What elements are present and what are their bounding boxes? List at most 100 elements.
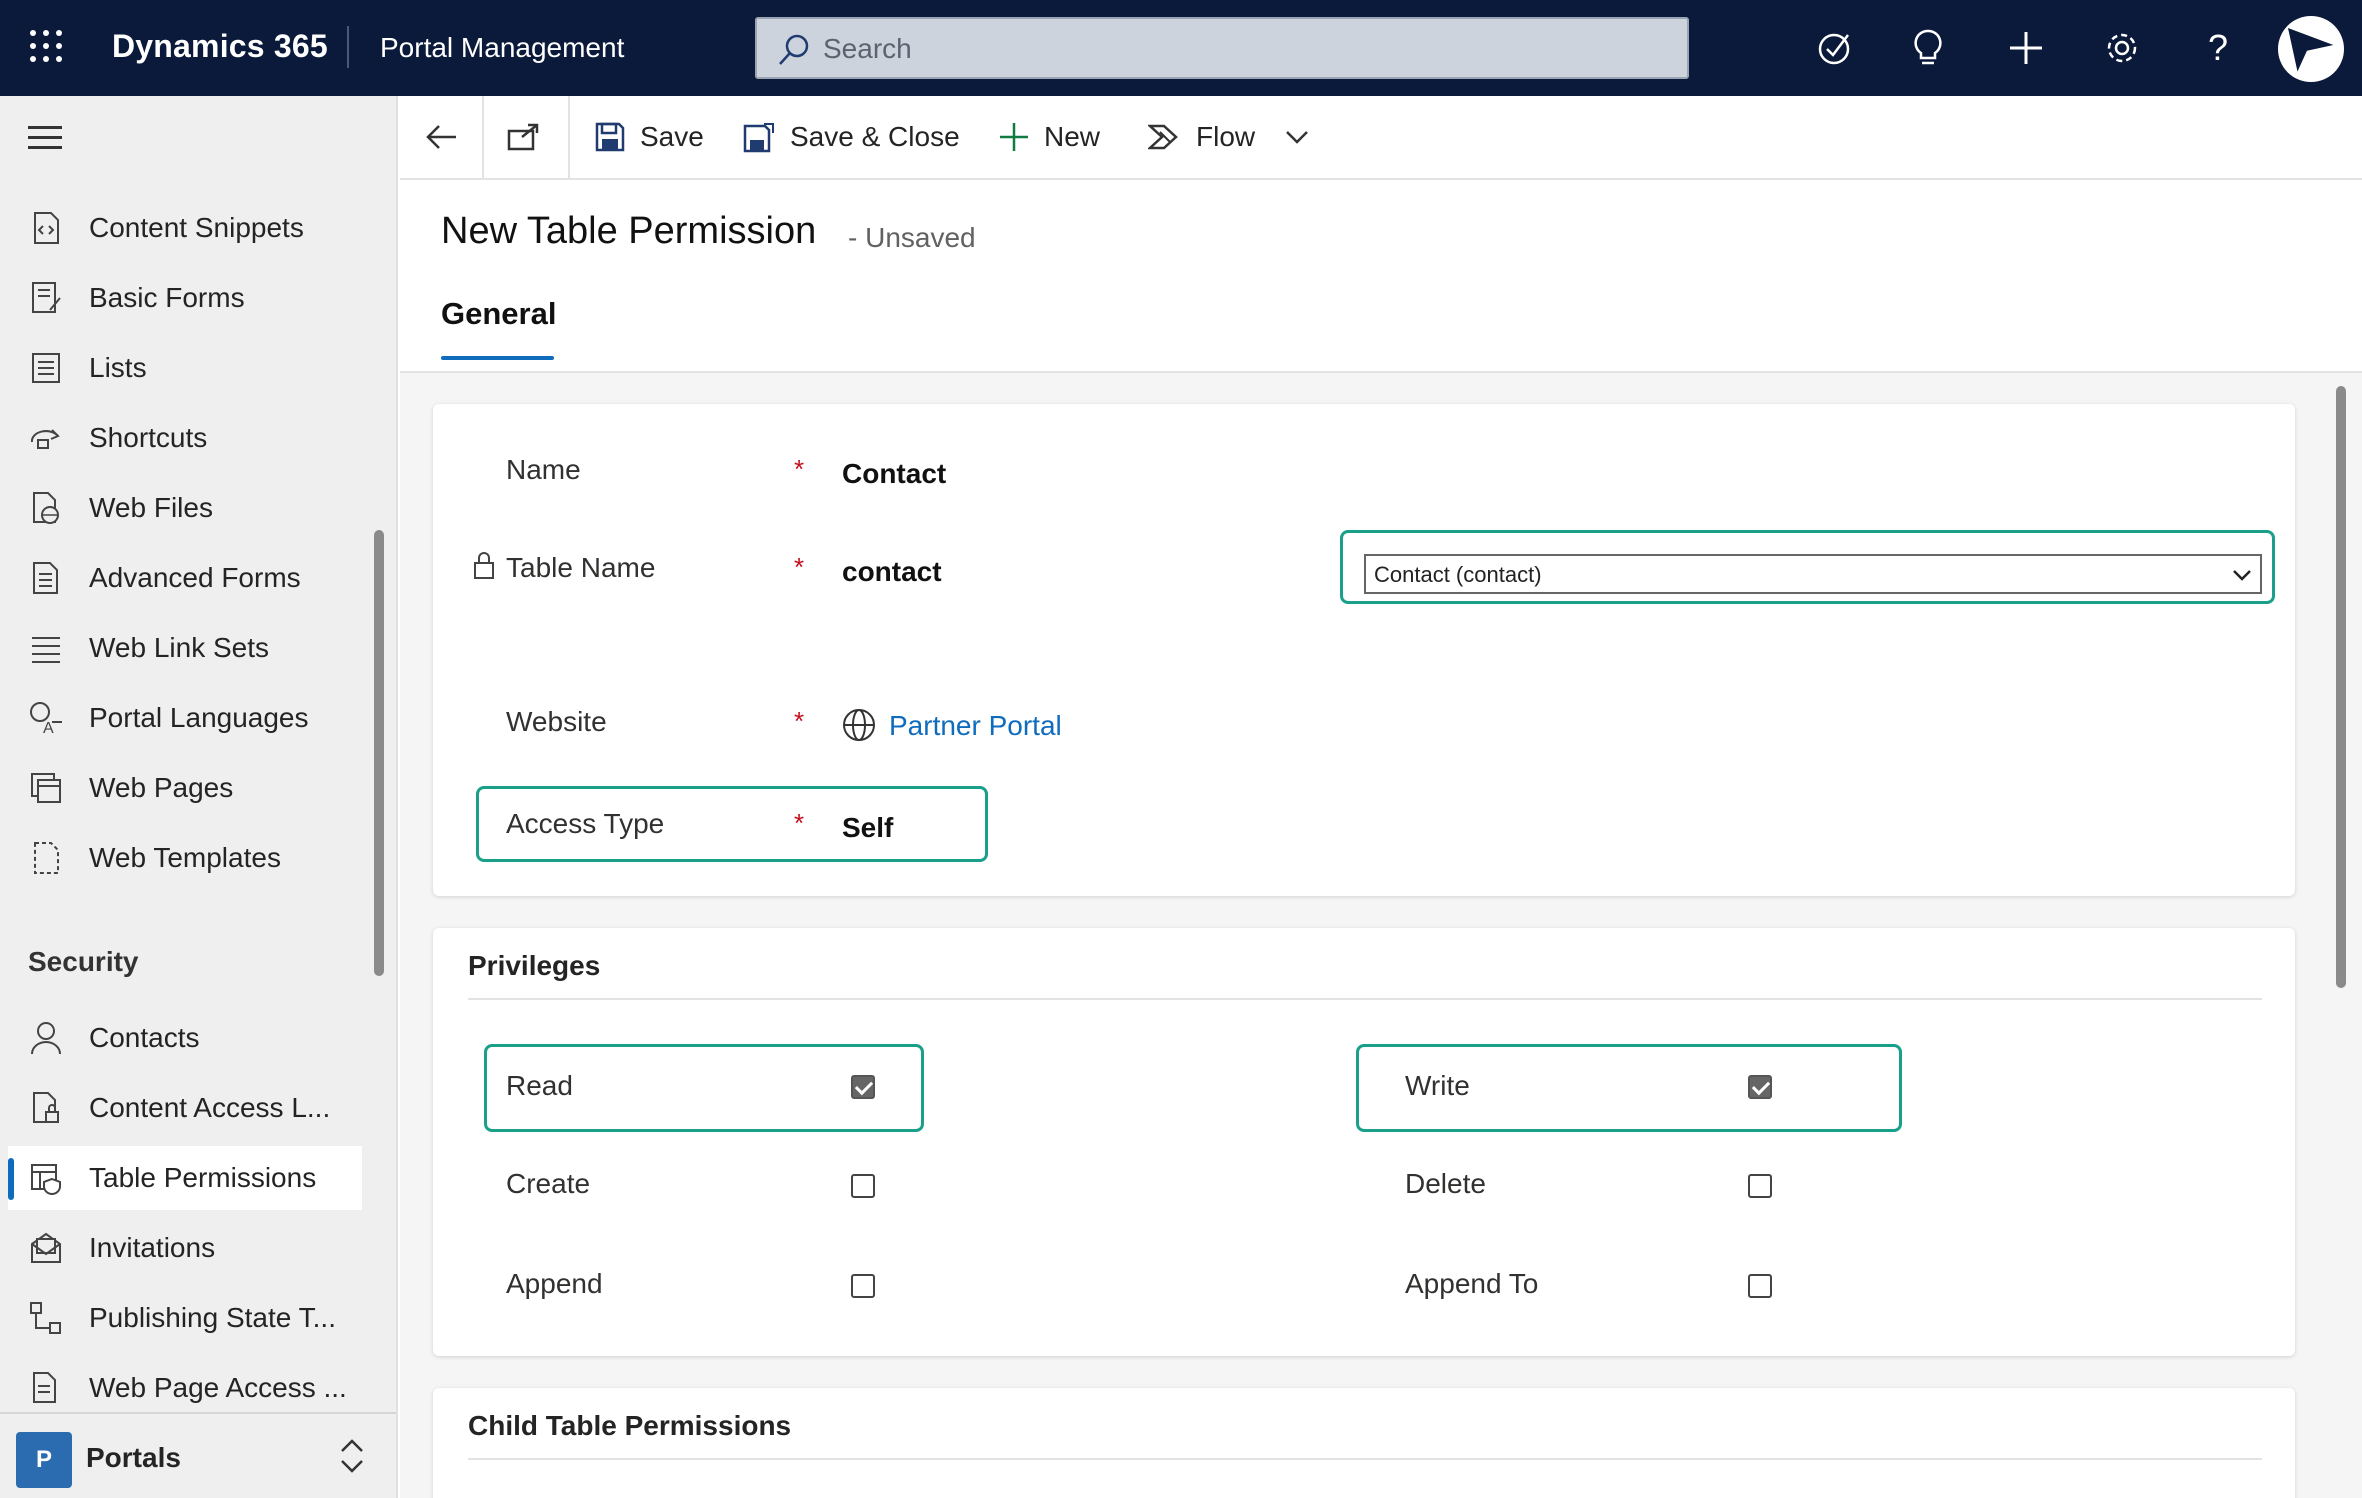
sidebar-item-label: Web Link Sets [89, 632, 270, 663]
delete-checkbox[interactable] [1748, 1174, 1772, 1198]
gear-icon[interactable] [2098, 24, 2146, 72]
help-icon[interactable]: ? [2194, 24, 2242, 72]
sidebar-item-label: Advanced Forms [89, 562, 301, 593]
name-label: Name [506, 454, 581, 485]
area-title[interactable]: Portal Management [380, 32, 624, 64]
sidebar-item-lists[interactable]: Lists [8, 336, 362, 400]
save-button[interactable]: Save [594, 96, 704, 178]
section-title-child-table-permissions: Child Table Permissions [468, 1410, 792, 1441]
web-file-icon [33, 492, 59, 524]
sidebar-item-basic-forms[interactable]: Basic Forms [8, 266, 362, 330]
sidebar-item-contacts[interactable]: Contacts [8, 1006, 362, 1070]
sidebar-item-content-access-levels[interactable]: Content Access L... [8, 1076, 362, 1140]
table-permission-icon [31, 1164, 61, 1196]
sidebar-item-label: Invitations [89, 1232, 216, 1263]
table-name-label: Table Name [506, 552, 656, 583]
sidebar-item-label: Shortcuts [89, 422, 208, 453]
sidebar-item-label: Web Pages [89, 772, 234, 803]
sidebar-item-label: Content Snippets [89, 212, 304, 243]
website-link[interactable]: Partner Portal [889, 710, 1062, 742]
name-value[interactable]: Contact [842, 458, 946, 490]
sidebar-item-label: Lists [89, 352, 147, 383]
main-scrollbar[interactable] [2336, 386, 2346, 988]
save-and-close-button[interactable]: Save & Close [742, 96, 960, 178]
sidebar-item-label: Web Page Access ... [89, 1372, 347, 1403]
plus-icon[interactable] [2002, 24, 2050, 72]
create-label: Create [506, 1168, 591, 1199]
template-icon [34, 842, 59, 874]
tab-general[interactable]: General [441, 296, 556, 332]
list-icon [32, 353, 60, 383]
table-name-dropdown[interactable]: Contact (contact) [1364, 554, 2262, 594]
sidebar-item-advanced-forms[interactable]: Advanced Forms [8, 546, 362, 610]
open-in-new-window-icon [507, 123, 539, 151]
sidebar-item-table-permissions[interactable]: Table Permissions [8, 1146, 362, 1210]
read-label: Read [506, 1070, 573, 1101]
task-check-icon[interactable] [1810, 24, 1858, 72]
sidebar-item-label: Content Access L... [89, 1092, 331, 1123]
flow-button[interactable]: Flow [1148, 96, 1309, 178]
app-title[interactable]: Dynamics 365 [112, 28, 328, 65]
append-to-checkbox[interactable] [1748, 1274, 1772, 1298]
command-bar: Save Save & Close New Flow [400, 96, 2362, 180]
append-checkbox[interactable] [851, 1274, 875, 1298]
sidebar-item-invitations[interactable]: Invitations [8, 1216, 362, 1280]
divider [568, 96, 570, 178]
user-avatar-logo[interactable] [2278, 16, 2344, 82]
chevron-down-icon [2233, 570, 2251, 581]
lightbulb-icon[interactable] [1904, 24, 1952, 72]
sidebar-item-label: Publishing State T... [89, 1302, 336, 1333]
sidebar-item-portal-languages[interactable]: A Portal Languages [8, 686, 362, 750]
area-switcher[interactable]: P Portals [0, 1412, 396, 1498]
flow-icon [1148, 124, 1178, 150]
new-label: New [1044, 121, 1101, 152]
sidebar-item-web-files[interactable]: Web Files [8, 476, 362, 540]
required-marker: * [794, 706, 805, 736]
append-to-label: Append To [1405, 1268, 1539, 1299]
lock-icon [474, 552, 494, 579]
sidebar-item-web-pages[interactable]: Web Pages [8, 756, 362, 820]
shortcut-icon [30, 429, 60, 449]
waffle-icon[interactable] [30, 30, 66, 66]
read-checkbox[interactable] [851, 1075, 875, 1099]
required-marker: * [794, 808, 805, 838]
sidebar-item-shortcuts[interactable]: Shortcuts [8, 406, 362, 470]
content-snippet-icon [34, 212, 59, 244]
sidebar-item-label: Portal Languages [89, 702, 309, 733]
delete-label: Delete [1405, 1168, 1486, 1199]
page-access-icon [33, 1372, 56, 1403]
divider [347, 26, 349, 68]
plus-icon [1000, 123, 1028, 151]
sidebar-item-label: Web Templates [89, 842, 281, 873]
flow-label: Flow [1196, 121, 1256, 152]
globe-icon [843, 709, 875, 741]
person-icon [31, 1022, 61, 1055]
create-checkbox[interactable] [851, 1174, 875, 1198]
sidebar-item-web-link-sets[interactable]: Web Link Sets [8, 616, 362, 680]
search-box[interactable] [755, 17, 1689, 79]
required-marker: * [794, 552, 805, 582]
write-checkbox[interactable] [1748, 1075, 1772, 1099]
open-in-new-window-button[interactable] [506, 96, 540, 178]
save-close-icon [743, 123, 774, 153]
access-type-value[interactable]: Self [842, 812, 893, 844]
sidebar-item-label: Contacts [89, 1022, 200, 1053]
sidebar-item-web-page-access[interactable]: Web Page Access ... [8, 1356, 362, 1420]
sidebar-item-publishing-state-transitions[interactable]: Publishing State T... [8, 1286, 362, 1350]
sidebar-item-web-templates[interactable]: Web Templates [8, 826, 362, 890]
back-button[interactable] [424, 96, 458, 178]
access-type-label: Access Type [506, 808, 665, 839]
content-access-icon [33, 1092, 59, 1123]
search-input[interactable] [823, 29, 1663, 69]
sidebar-item-label: Basic Forms [89, 282, 245, 313]
new-button[interactable]: New [998, 96, 1100, 178]
sidebar-scrollbar[interactable] [374, 530, 384, 976]
save-label: Save [640, 121, 704, 152]
hamburger-menu-icon[interactable] [28, 126, 62, 150]
sidebar-item-content-snippets[interactable]: Content Snippets [8, 196, 362, 260]
privileges-section [433, 928, 2295, 1356]
chevron-up-down-icon [341, 1439, 363, 1473]
table-name-value: contact [842, 556, 942, 587]
required-marker: * [794, 454, 805, 484]
chevron-down-icon[interactable] [1285, 129, 1309, 145]
